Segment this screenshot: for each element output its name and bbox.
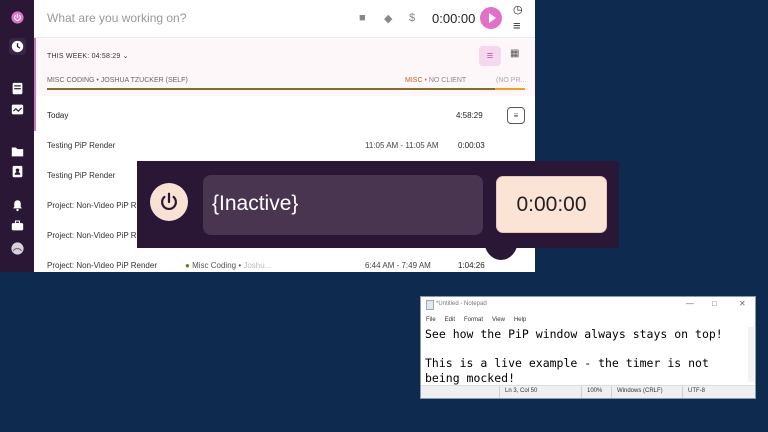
sidebar	[0, 0, 34, 272]
notepad-window: *Untitled - Notepad — □ ✕ File Edit Format…	[420, 296, 756, 399]
menu-file[interactable]: File	[426, 317, 436, 323]
maximize-icon[interactable]: □	[712, 299, 717, 308]
menu-format[interactable]: Format	[464, 317, 483, 323]
calendar-view-icon[interactable]: ▦	[510, 48, 519, 59]
time-entry-row[interactable]: Testing PiP Render 11:05 AM - 11:05 AM 0…	[34, 131, 535, 162]
project-summary-left: MISC CODING • JOSHUA TZUCKER (SELF)	[47, 77, 188, 84]
day-label: Today	[47, 111, 69, 120]
entry-description[interactable]: Project: Non-Video PiP R...	[47, 201, 143, 210]
notepad-text-area[interactable]: See how the PiP window always stays on t…	[425, 327, 750, 385]
timer-clock-icon[interactable]	[9, 38, 26, 55]
text-line: See how the PiP window always stays on t…	[425, 327, 723, 341]
entry-duration[interactable]: 0:00:03	[458, 141, 485, 150]
workspace-briefcase-icon[interactable]	[9, 217, 26, 234]
list-view-icon[interactable]: ≡	[479, 46, 501, 66]
timer-bar: What are you working on? ■ ◆ $ 0:00:00 ◷…	[34, 0, 535, 38]
status-encoding: UTF-8	[688, 388, 705, 394]
tag-icon[interactable]: ◆	[384, 12, 392, 25]
app-logo-icon[interactable]	[9, 9, 26, 26]
status-zoom: 100%	[587, 388, 603, 394]
project-folder-icon[interactable]: ■	[359, 12, 366, 24]
project-progress-bar	[47, 88, 495, 90]
billable-dollar-icon[interactable]: $	[409, 12, 415, 24]
day-total: 4:58:29	[456, 111, 483, 120]
time-entry-row[interactable]: Project: Non-Video PiP Render ● Misc Cod…	[34, 251, 535, 272]
projects-folder-icon[interactable]	[9, 143, 26, 160]
menu-view[interactable]: View	[492, 317, 505, 323]
insights-icon[interactable]	[9, 101, 26, 118]
timer-mode-clock-icon[interactable]: ◷	[513, 3, 523, 16]
pip-power-button[interactable]	[150, 183, 188, 221]
entry-description[interactable]: Project: Non-Video PiP Render	[47, 261, 157, 270]
entry-description[interactable]: Testing PiP Render	[47, 171, 115, 180]
pip-description-field[interactable]: {Inactive}	[203, 175, 483, 235]
entry-description[interactable]: Project: Non-Video PiP R...	[47, 231, 143, 240]
start-timer-button[interactable]	[480, 7, 502, 29]
text-line: being mocked!	[425, 370, 516, 385]
user-avatar-icon[interactable]	[9, 240, 26, 257]
status-eol: Windows (CRLF)	[617, 388, 663, 394]
text-line: This is a live example - the timer is no…	[425, 356, 709, 370]
menu-edit[interactable]: Edit	[445, 317, 455, 323]
entry-time-range[interactable]: 6:44 AM - 7:49 AM	[365, 261, 431, 270]
notepad-title: *Untitled - Notepad	[436, 301, 487, 307]
pip-description: {Inactive}	[212, 192, 299, 215]
status-position: Ln 3, Col 50	[505, 388, 538, 394]
week-total-dropdown[interactable]: THIS WEEK: 04:58:29 ⌄	[47, 52, 129, 60]
description-input[interactable]: What are you working on?	[47, 11, 186, 25]
minimize-icon[interactable]: —	[686, 299, 694, 308]
menu-help[interactable]: Help	[514, 317, 526, 323]
entry-time-range[interactable]: 11:05 AM - 11:05 AM	[365, 141, 439, 150]
close-icon[interactable]: ✕	[739, 299, 746, 308]
manual-mode-menu-icon[interactable]: ≡	[513, 18, 521, 33]
notepad-titlebar[interactable]: *Untitled - Notepad — □ ✕	[421, 297, 755, 313]
timer-display: 0:00:00	[432, 11, 476, 26]
notepad-menubar: File Edit Format View Help	[426, 317, 535, 323]
reports-icon[interactable]	[9, 80, 26, 97]
project-summary-right: (NO PR...	[496, 77, 527, 84]
pip-window: {Inactive} 0:00:00	[137, 161, 619, 248]
power-icon	[161, 192, 177, 211]
project-progress-bar-other	[495, 88, 525, 90]
clients-icon[interactable]	[9, 163, 26, 180]
entry-project[interactable]: ● Misc Coding • Joshu...	[185, 261, 271, 270]
notepad-statusbar: Ln 3, Col 50 100% Windows (CRLF) UTF-8	[421, 385, 755, 398]
day-header: Today 4:58:29 ≡	[36, 97, 535, 135]
notifications-bell-icon[interactable]	[9, 197, 26, 214]
project-summary-mid: MISC • NO CLIENT	[405, 77, 467, 84]
pip-timer-display: 0:00:00	[496, 176, 607, 233]
bulk-edit-icon[interactable]: ≡	[507, 107, 525, 124]
vertical-scrollbar[interactable]	[748, 327, 754, 382]
notepad-file-icon	[426, 300, 434, 310]
entry-description[interactable]: Testing PiP Render	[47, 141, 115, 150]
text-line	[425, 342, 750, 357]
week-summary: THIS WEEK: 04:58:29 ⌄ ≡ ▦ MISC CODING • …	[36, 38, 535, 96]
entry-duration[interactable]: 1:04:26	[458, 261, 485, 270]
